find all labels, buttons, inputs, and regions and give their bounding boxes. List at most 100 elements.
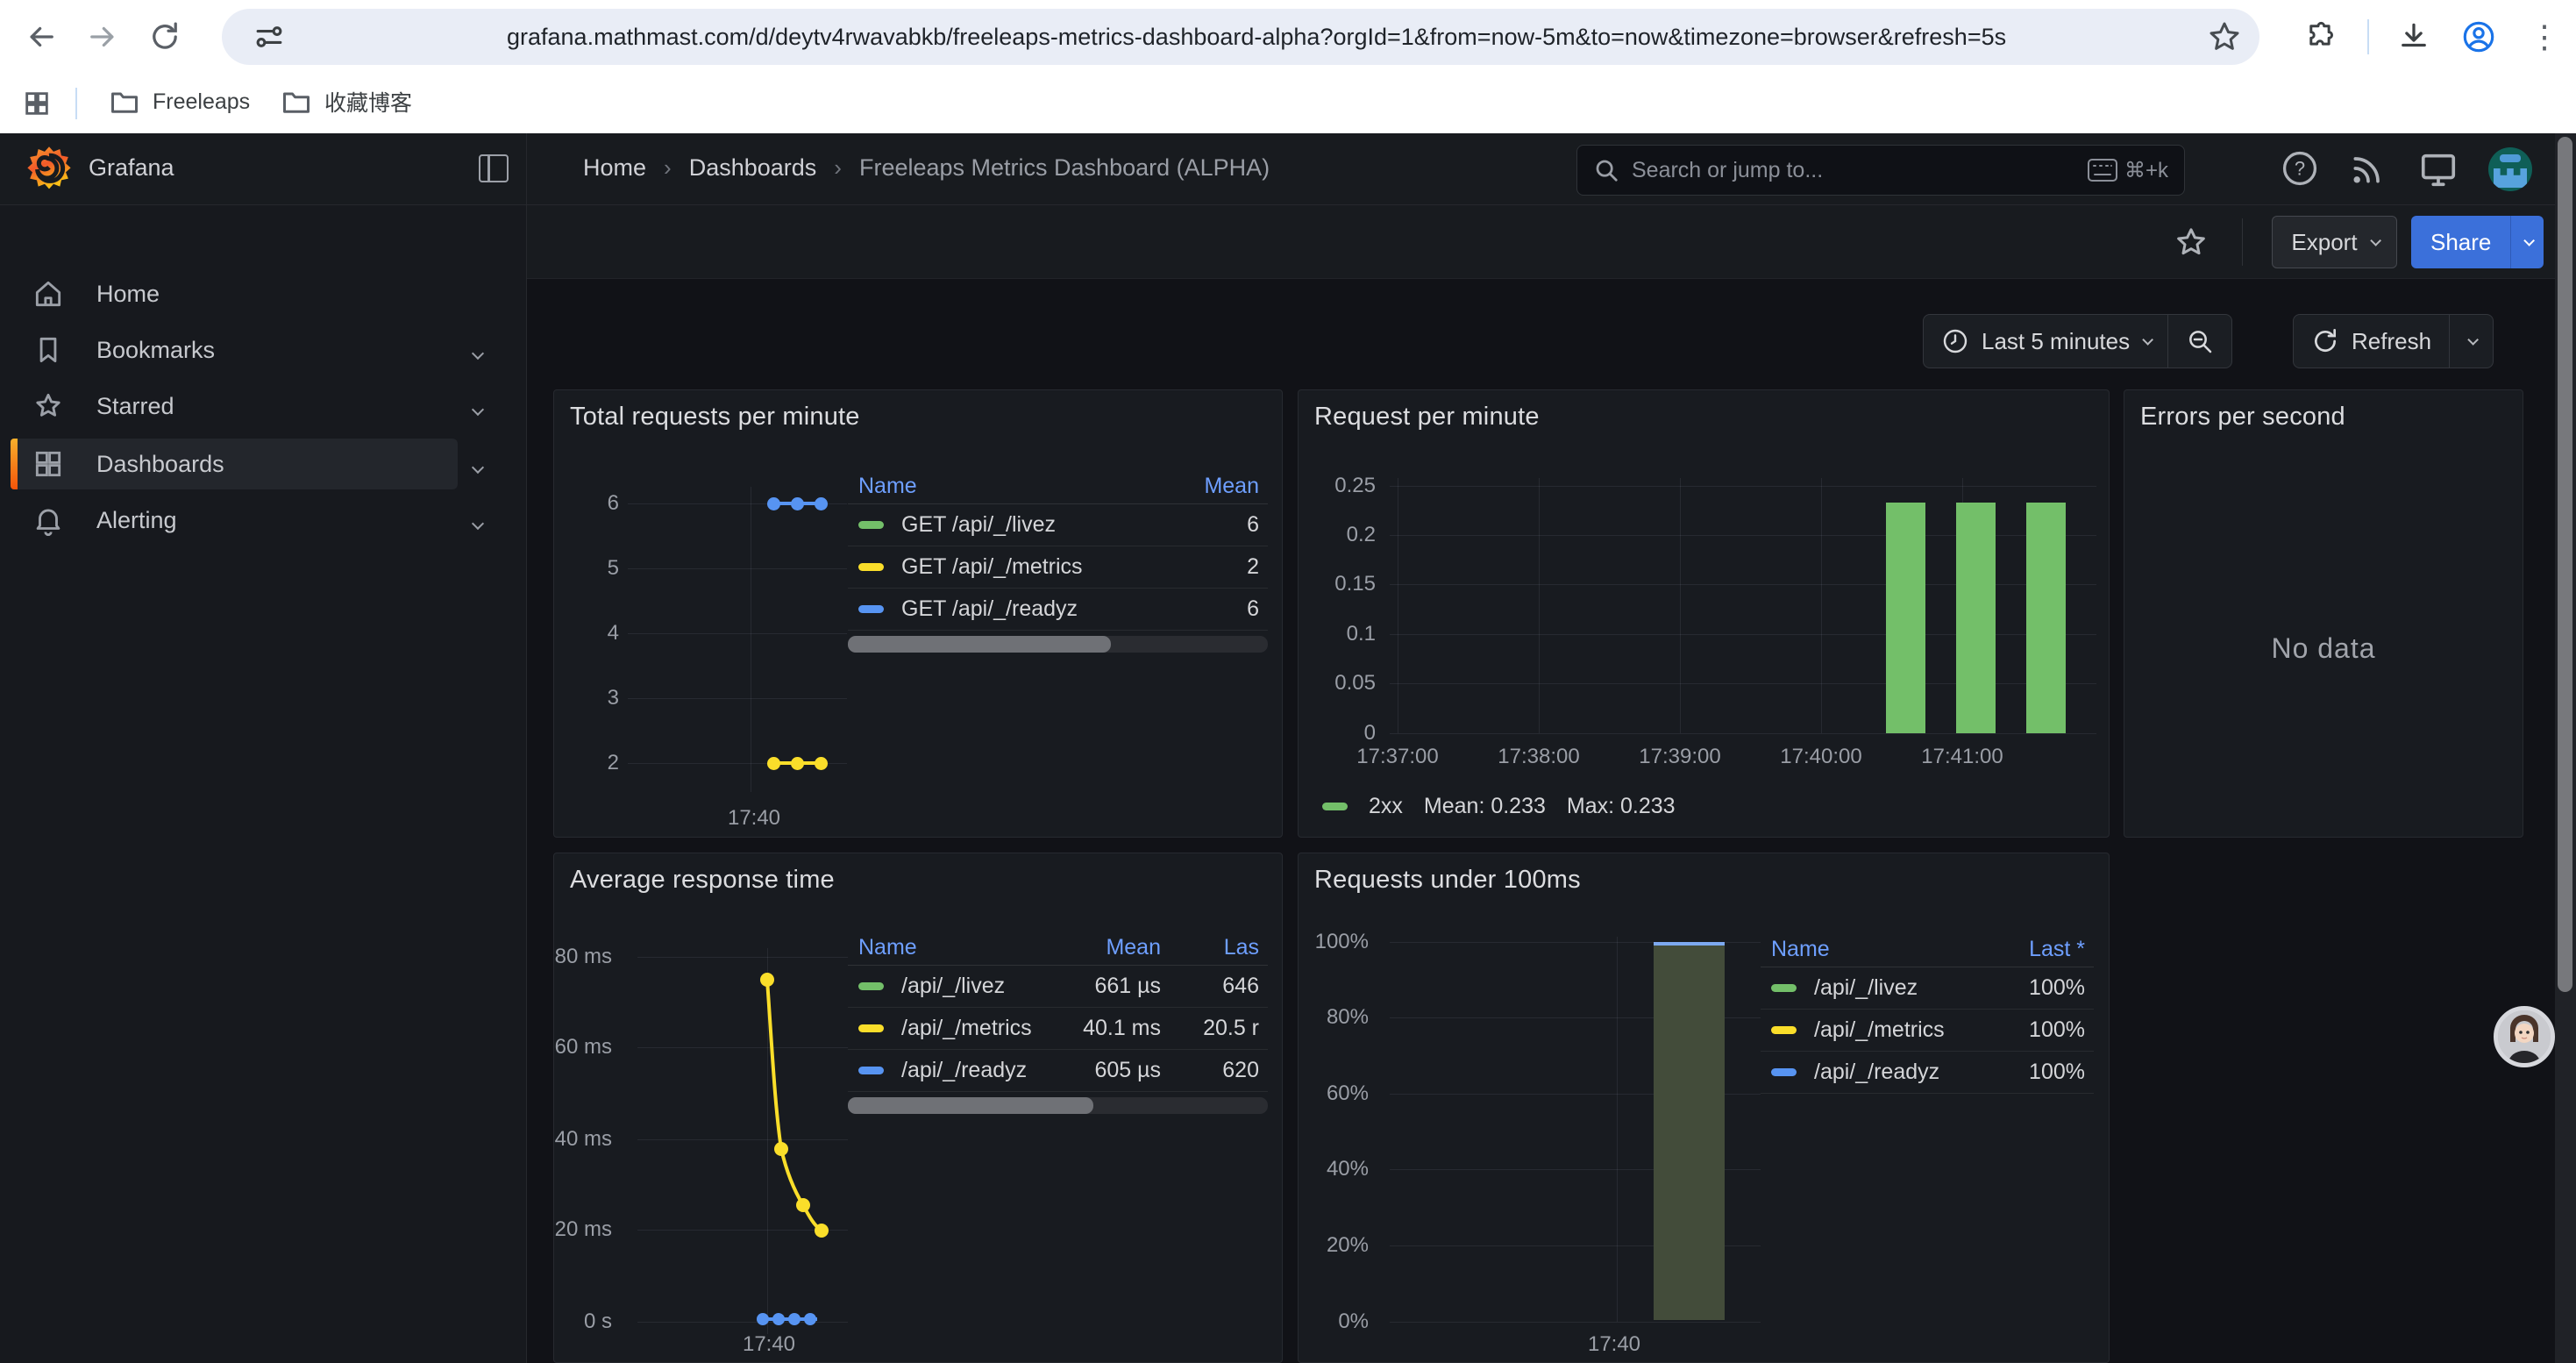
legend-series-label[interactable]: 2xx [1369, 794, 1403, 819]
legend-name-header[interactable]: Name [858, 935, 1042, 960]
legend-row[interactable]: /api/_/metrics 100% [1761, 1010, 2094, 1052]
refresh-controls: Refresh [2293, 314, 2494, 368]
legend-name-header[interactable]: Name [1771, 937, 1989, 962]
user-avatar[interactable] [2488, 147, 2532, 191]
chevron-down-icon[interactable] [473, 507, 482, 534]
legend-row[interactable]: GET /api/_/readyz 6 [848, 589, 1268, 631]
breadcrumb-separator: › [816, 154, 859, 182]
legend-row[interactable]: GET /api/_/metrics 2 [848, 546, 1268, 589]
legend-row[interactable]: /api/_/livez 661 µs 646 [848, 966, 1268, 1008]
bar-2xx [1886, 503, 1925, 733]
panel-title[interactable]: Total requests per minute [570, 403, 860, 432]
legend-header: Name Mean [848, 469, 1268, 504]
clock-icon [1941, 327, 1969, 355]
area-fill-100pct [1654, 942, 1725, 1320]
sidebar-item-starred[interactable]: Starred [11, 381, 458, 432]
forward-icon[interactable] [83, 18, 122, 56]
toolbar-divider [2242, 218, 2243, 266]
legend-row[interactable]: /api/_/livez 100% [1761, 967, 2094, 1010]
series-swatch-blue [858, 605, 884, 613]
back-icon[interactable] [22, 18, 60, 56]
extensions-icon[interactable] [2302, 18, 2341, 56]
share-menu-caret[interactable] [2510, 216, 2544, 268]
star-icon [32, 389, 65, 423]
monitor-icon[interactable] [2418, 149, 2459, 194]
browser-toolbar: grafana.mathmast.com/d/deytv4rwavabkb/fr… [0, 0, 2576, 74]
panel-title[interactable]: Errors per second [2140, 403, 2345, 432]
refresh-button[interactable]: Refresh [2294, 315, 2449, 368]
grafana-nav: Grafana Home › Dashboards › Freeleaps Me… [0, 133, 2576, 205]
news-rss-icon[interactable] [2349, 149, 2387, 192]
panel-errors-per-second: Errors per second No data [2124, 389, 2523, 838]
zoom-out-button[interactable] [2168, 315, 2231, 368]
grafana-brand[interactable]: Grafana [89, 154, 174, 182]
page-scrollbar[interactable] [2555, 133, 2576, 1363]
reload-icon[interactable] [146, 18, 184, 56]
chevron-down-icon[interactable] [473, 337, 482, 364]
legend-hscrollbar[interactable] [848, 636, 1268, 653]
panel-total-requests: Total requests per minute 6 5 4 3 2 17:4… [553, 389, 1283, 838]
export-button[interactable]: Export [2272, 216, 2397, 268]
zoom-out-icon [2186, 327, 2214, 355]
keyboard-icon [2088, 159, 2117, 182]
sidebar-item-label: Dashboards [96, 451, 224, 478]
browser-menu-icon[interactable]: ⋮ [2525, 18, 2564, 56]
bookmark-folder-freeleaps[interactable]: Freeleaps [98, 81, 260, 123]
sidebar-item-label: Alerting [96, 507, 177, 534]
legend-mean-header[interactable]: Mean [1042, 935, 1161, 960]
bookmark-star-icon[interactable] [2205, 18, 2244, 56]
page-scrollbar-thumb[interactable] [2558, 137, 2572, 992]
legend-last-header[interactable]: Las [1161, 935, 1259, 960]
breadcrumb-home[interactable]: Home [583, 154, 646, 182]
downloads-icon[interactable] [2395, 18, 2433, 56]
bookmarks-bar: Freeleaps 收藏博客 [0, 74, 2576, 133]
url-bar[interactable]: grafana.mathmast.com/d/deytv4rwavabkb/fr… [222, 9, 2259, 65]
legend-table: Name Last * /api/_/livez 100% /api/_/met… [1761, 932, 2094, 1094]
search-input[interactable] [1632, 158, 2075, 183]
legend-row[interactable]: /api/_/readyz 100% [1761, 1052, 2094, 1094]
assistant-avatar-button[interactable] [2494, 1006, 2555, 1067]
sidebar-item-alerting[interactable]: Alerting [11, 495, 458, 546]
legend-header: Name Mean Las [848, 931, 1268, 966]
sidebar-item-home[interactable]: Home [11, 268, 458, 319]
legend-row[interactable]: GET /api/_/livez 6 [848, 504, 1268, 546]
site-settings-icon[interactable] [250, 18, 288, 56]
folder-icon [109, 86, 140, 118]
chevron-down-icon[interactable] [473, 451, 482, 478]
series-swatch-blue [858, 1067, 884, 1074]
grafana-logo[interactable] [25, 144, 74, 195]
legend-name-header[interactable]: Name [858, 474, 1176, 499]
search-box[interactable]: ⌘+k [1576, 145, 2185, 196]
refresh-interval-caret[interactable] [2450, 315, 2493, 368]
girl-avatar-image [2498, 1010, 2551, 1063]
legend-row[interactable]: /api/_/metrics 40.1 ms 20.5 r [848, 1008, 1268, 1050]
legend-mean-header[interactable]: Mean [1176, 474, 1259, 499]
bar-2xx [1956, 503, 1996, 733]
breadcrumb-dashboards[interactable]: Dashboards [689, 154, 817, 182]
refresh-label: Refresh [2352, 328, 2431, 355]
chevron-down-icon[interactable] [473, 393, 482, 420]
bell-icon [32, 503, 65, 537]
time-range-controls: Last 5 minutes [1923, 314, 2232, 368]
panel-title[interactable]: Request per minute [1314, 403, 1540, 432]
sidebar-item-bookmarks[interactable]: Bookmarks [11, 325, 458, 375]
legend-last-header[interactable]: Last * [1989, 937, 2085, 962]
toolbar-divider [2367, 19, 2369, 54]
time-range-picker[interactable]: Last 5 minutes [1924, 315, 2167, 368]
legend-hscrollbar[interactable] [848, 1097, 1268, 1114]
apps-grid-icon[interactable] [18, 84, 56, 123]
legend-row[interactable]: /api/_/readyz 605 µs 620 [848, 1050, 1268, 1092]
sidebar-item-dashboards[interactable]: Dashboards [11, 439, 458, 489]
share-button[interactable]: Share [2411, 216, 2544, 268]
bookmark-folder-blogs[interactable]: 收藏博客 [270, 81, 423, 123]
profile-icon[interactable] [2459, 18, 2498, 56]
bookmark-label: Freeleaps [153, 89, 250, 115]
help-icon[interactable]: ? [2281, 149, 2319, 192]
star-dashboard-icon[interactable] [2174, 225, 2209, 264]
sidebar-collapse-icon[interactable] [479, 154, 509, 182]
url-text[interactable]: grafana.mathmast.com/d/deytv4rwavabkb/fr… [507, 9, 2006, 65]
bookmark-label: 收藏博客 [324, 86, 412, 118]
panel-title[interactable]: Requests under 100ms [1314, 866, 1581, 895]
search-shortcut: ⌘+k [2088, 158, 2168, 183]
search-icon [1593, 157, 1619, 183]
